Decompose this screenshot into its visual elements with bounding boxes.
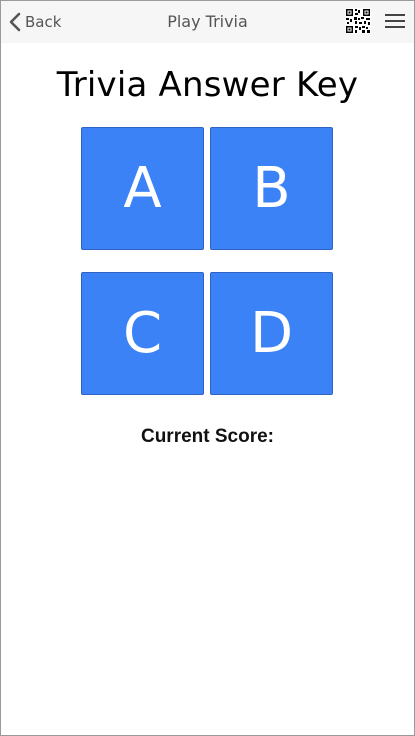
page-title: Trivia Answer Key [56,65,359,105]
back-label: Back [25,13,62,31]
answer-b-button[interactable]: B [210,127,333,250]
answer-a-button[interactable]: A [81,127,204,250]
answer-d-button[interactable]: D [210,272,333,395]
top-navbar: Back Play Trivia [1,1,414,43]
qr-code-icon[interactable] [345,8,371,34]
hamburger-menu-icon[interactable] [384,12,406,30]
answer-c-button[interactable]: C [81,272,204,395]
current-score-label: Current Score: [140,426,275,447]
chevron-left-icon [9,12,21,32]
app-frame: Back Play Trivia Trivia Answer Key A B C… [0,0,415,736]
back-button[interactable]: Back [9,11,61,33]
